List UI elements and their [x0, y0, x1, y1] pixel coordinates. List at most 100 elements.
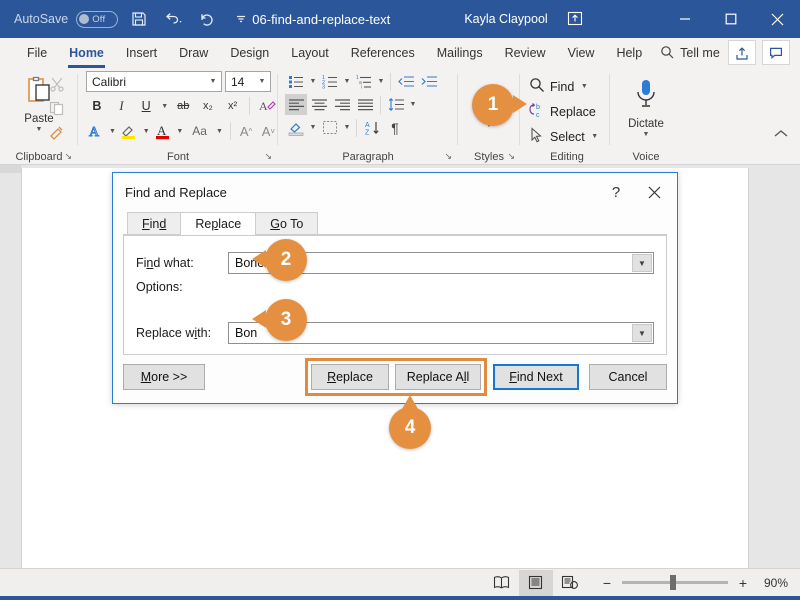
dialog-tab-goto[interactable]: Go To	[255, 212, 318, 235]
close-button[interactable]	[754, 0, 800, 38]
zoom-level-label[interactable]: 90%	[764, 576, 788, 590]
styles-dialog-launcher[interactable]: ↘	[507, 151, 515, 162]
align-left-icon[interactable]	[285, 94, 307, 115]
line-spacing-chevron-down-icon[interactable]: ▼	[408, 101, 418, 108]
clipboard-dialog-launcher[interactable]: ↘	[64, 151, 72, 162]
replace-command[interactable]: bc Replace	[529, 99, 610, 124]
redo-icon[interactable]	[194, 6, 220, 32]
find-chevron-down-icon[interactable]: ▼	[579, 83, 589, 90]
customize-quick-access-icon[interactable]	[228, 6, 254, 32]
paragraph-dialog-launcher[interactable]: ↘	[444, 151, 452, 162]
find-command[interactable]: Find ▼	[529, 74, 610, 99]
save-icon[interactable]	[126, 6, 152, 32]
comment-icon[interactable]	[762, 40, 790, 65]
borders-icon[interactable]	[319, 117, 341, 138]
ribbon-tab-layout[interactable]: Layout	[280, 42, 340, 65]
read-mode-icon[interactable]	[485, 570, 519, 596]
font-color-icon[interactable]: A	[153, 120, 172, 142]
clear-formatting-icon[interactable]: A	[256, 95, 278, 117]
sort-icon[interactable]: AZ	[361, 117, 383, 138]
highlight-chevron-down-icon[interactable]: ▼	[142, 128, 150, 135]
font-name-combo[interactable]: Calibri ▼	[86, 71, 222, 92]
ribbon-tab-references[interactable]: References	[340, 42, 426, 65]
web-layout-icon[interactable]	[553, 570, 587, 596]
subscript-button[interactable]: x₂	[197, 95, 219, 117]
find-next-button[interactable]: Find Next	[493, 364, 579, 390]
font-color-chevron-down-icon[interactable]: ▼	[176, 128, 184, 135]
numbered-list-icon[interactable]: 123	[319, 71, 341, 92]
text-effects-chevron-down-icon[interactable]: ▼	[108, 128, 116, 135]
replace-button[interactable]: Replace	[311, 364, 389, 390]
strikethrough-button[interactable]: ab	[172, 95, 194, 117]
font-size-combo[interactable]: 14 ▼	[225, 71, 271, 92]
ribbon-tab-insert[interactable]: Insert	[115, 42, 168, 65]
ribbon-tab-view[interactable]: View	[557, 42, 606, 65]
text-highlight-icon[interactable]	[120, 120, 139, 142]
borders-chevron-down-icon[interactable]: ▼	[342, 124, 352, 131]
tell-me-box[interactable]: Tell me	[660, 45, 720, 62]
dialog-close-button[interactable]	[635, 177, 673, 207]
select-command[interactable]: Select ▼	[529, 124, 610, 149]
replace-all-button[interactable]: Replace All	[395, 364, 481, 390]
change-case-button[interactable]: Aa	[187, 120, 212, 142]
ribbon-tab-home[interactable]: Home	[58, 42, 115, 65]
multilevel-chevron-down-icon[interactable]: ▼	[376, 78, 386, 85]
ribbon-tab-review[interactable]: Review	[494, 42, 557, 65]
ribbon-tab-help[interactable]: Help	[605, 42, 653, 65]
increase-indent-icon[interactable]	[418, 71, 440, 92]
text-effects-icon[interactable]: A	[86, 120, 105, 142]
maximize-button[interactable]	[708, 0, 754, 38]
cancel-button[interactable]: Cancel	[589, 364, 667, 390]
dialog-help-button[interactable]: ?	[597, 177, 635, 207]
italic-button[interactable]: I	[111, 95, 133, 117]
underline-button[interactable]: U	[135, 95, 157, 117]
share-icon[interactable]	[728, 40, 756, 65]
line-spacing-icon[interactable]	[385, 94, 407, 115]
more-button[interactable]: More >>	[123, 364, 205, 390]
shading-icon[interactable]	[285, 117, 307, 138]
copy-icon[interactable]	[46, 98, 68, 117]
justify-icon[interactable]	[354, 94, 376, 115]
select-chevron-down-icon[interactable]: ▼	[590, 133, 600, 140]
grow-font-button[interactable]: A^	[236, 120, 255, 142]
zoom-in-button[interactable]: +	[737, 575, 749, 591]
superscript-button[interactable]: x²	[222, 95, 244, 117]
replace-with-value: Bon	[229, 326, 257, 340]
zoom-out-button[interactable]: −	[601, 575, 613, 591]
bullets-chevron-down-icon[interactable]: ▼	[308, 78, 318, 85]
chevron-up-icon[interactable]	[774, 129, 788, 142]
multilevel-list-icon[interactable]: 1ai	[353, 71, 375, 92]
shading-chevron-down-icon[interactable]: ▼	[308, 124, 318, 131]
decrease-indent-icon[interactable]	[395, 71, 417, 92]
ribbon-tab-file[interactable]: File	[16, 42, 58, 65]
font-dialog-launcher[interactable]: ↘	[264, 151, 272, 162]
ribbon-tab-design[interactable]: Design	[219, 42, 280, 65]
chevron-down-icon[interactable]: ▼	[36, 126, 43, 133]
align-right-icon[interactable]	[331, 94, 353, 115]
scissors-icon[interactable]	[46, 74, 68, 93]
restore-window-icon[interactable]	[558, 0, 592, 38]
format-painter-icon[interactable]	[46, 122, 68, 141]
dialog-tab-find[interactable]: Find	[127, 212, 181, 235]
minimize-button[interactable]	[662, 0, 708, 38]
dialog-tab-replace[interactable]: Replace	[180, 212, 256, 235]
shrink-font-button[interactable]: A˅	[259, 120, 278, 142]
dictate-button[interactable]: Dictate ▼	[610, 78, 682, 138]
show-formatting-marks-button[interactable]: ¶	[384, 117, 406, 138]
chevron-down-icon[interactable]: ▼	[632, 324, 652, 342]
undo-icon[interactable]	[160, 6, 186, 32]
underline-options-chevron-down-icon[interactable]: ▼	[160, 103, 169, 110]
bullet-list-icon[interactable]	[285, 71, 307, 92]
zoom-slider-thumb[interactable]	[670, 575, 676, 590]
align-center-icon[interactable]	[308, 94, 330, 115]
ribbon-tab-mailings[interactable]: Mailings	[426, 42, 494, 65]
dictate-chevron-down-icon[interactable]: ▼	[643, 131, 650, 138]
numbering-chevron-down-icon[interactable]: ▼	[342, 78, 352, 85]
print-layout-icon[interactable]	[519, 570, 553, 596]
autosave-toggle[interactable]: Off	[76, 11, 118, 28]
change-case-chevron-down-icon[interactable]: ▼	[215, 128, 223, 135]
bold-button[interactable]: B	[86, 95, 108, 117]
zoom-slider[interactable]	[622, 581, 728, 584]
chevron-down-icon[interactable]: ▼	[632, 254, 652, 272]
ribbon-tab-draw[interactable]: Draw	[168, 42, 219, 65]
